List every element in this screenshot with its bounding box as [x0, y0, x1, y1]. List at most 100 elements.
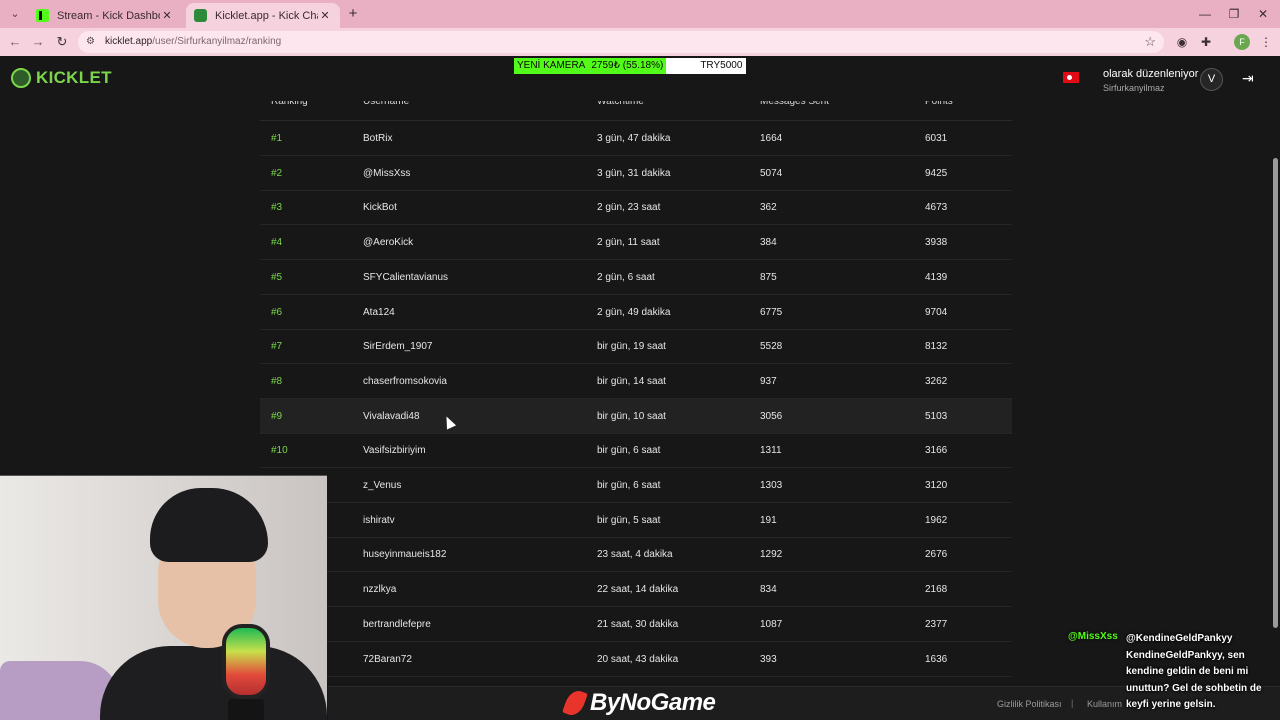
bookmark-star-icon[interactable]: ☆ — [1144, 34, 1156, 50]
watchtime-cell: bir gün, 19 saat — [597, 341, 666, 353]
messages-cell: 191 — [760, 514, 777, 526]
tab-stream-dashboard[interactable]: Stream - Kick Dashboard ✕ — [28, 3, 182, 28]
messages-cell: 5074 — [760, 167, 783, 179]
restore-icon[interactable]: ❐ — [1219, 5, 1249, 23]
profile-avatar-icon[interactable]: F — [1234, 34, 1250, 50]
messages-cell: 1292 — [760, 549, 783, 561]
back-arrow-icon[interactable]: ← — [6, 33, 24, 51]
table-row[interactable]: #6 Ata124 2 gün, 49 dakika 6775 9704 — [260, 295, 1012, 330]
minimize-icon[interactable]: — — [1190, 5, 1220, 23]
table-row[interactable]: #4 @AeroKick 2 gün, 11 saat 384 3938 — [260, 225, 1012, 261]
rank-cell: #5 — [271, 271, 283, 283]
messages-cell: 3056 — [760, 410, 783, 422]
logout-icon[interactable]: ⇥ — [1242, 70, 1254, 87]
close-tab-icon[interactable]: ✕ — [318, 9, 332, 22]
site-logo-text[interactable]: KICKLET — [36, 68, 112, 88]
table-row[interactable]: #10 Vasifsizbiriyim bir gün, 6 saat 1311 316… — [260, 433, 1012, 469]
table-row[interactable]: bertrandlefepre 21 saat, 30 dakika 1087 237… — [260, 607, 1012, 642]
rank-cell: #2 — [271, 167, 283, 179]
points-cell: 4139 — [925, 271, 948, 283]
browser-tab-bar: ⌄ Stream - Kick Dashboard ✕ Kicklet.app … — [0, 0, 1280, 28]
user-avatar[interactable]: V — [1200, 68, 1223, 91]
reload-icon[interactable]: ↻ — [53, 33, 71, 51]
rank-cell: #9 — [271, 410, 283, 422]
table-row[interactable]: #2 @MissXss 3 gün, 31 dakika 5074 9425 — [260, 156, 1012, 191]
points-cell: 6031 — [925, 133, 948, 144]
close-window-icon[interactable]: ✕ — [1248, 5, 1278, 23]
username-cell: chaserfromsokovia — [363, 375, 447, 387]
messages-cell: 937 — [760, 375, 777, 387]
points-cell: 4673 — [925, 202, 948, 214]
messages-cell: 6775 — [760, 306, 783, 318]
editing-as-label: olarak düzenleniyor — [1103, 68, 1199, 80]
sponsor-logo: ByNoGame — [562, 687, 716, 719]
tab-title: Stream - Kick Dashboard — [57, 9, 160, 22]
watchtime-cell: 2 gün, 6 saat — [597, 271, 655, 283]
table-row[interactable]: ishiratv bir gün, 5 saat 191 1962 — [260, 503, 1012, 538]
table-row[interactable]: #3 KickBot 2 gün, 23 saat 362 4673 — [260, 190, 1012, 226]
username-cell: BotRix — [363, 133, 393, 144]
messages-cell: 384 — [760, 237, 777, 249]
watchtime-cell: 3 gün, 31 dakika — [597, 167, 671, 179]
messages-cell: 1087 — [760, 618, 783, 630]
username-cell: KickBot — [363, 202, 397, 214]
points-cell: 3166 — [925, 445, 948, 457]
table-row[interactable]: huseyinmaueis182 23 saat, 4 dakika 1292 267… — [260, 537, 1012, 573]
browser-menu-icon[interactable]: ⋮ — [1258, 34, 1274, 50]
new-tab-plus-icon[interactable]: + — [344, 5, 362, 23]
watchtime-cell: 23 saat, 4 dakika — [597, 549, 673, 561]
scrollbar-thumb[interactable] — [1273, 158, 1278, 628]
username-cell: Ata124 — [363, 306, 395, 318]
browser-toolbar: ← → ↻ ⚙ kicklet.app/user/Sirfurkanyilmaz… — [0, 28, 1280, 56]
watchtime-cell: 21 saat, 30 dakika — [597, 618, 679, 630]
promo-camera: YENİ KAMERA — [514, 58, 589, 74]
watchtime-cell: 22 saat, 14 dakika — [597, 584, 679, 596]
watchtime-cell: 2 gün, 49 dakika — [597, 306, 671, 318]
points-cell: 3120 — [925, 480, 948, 491]
watchtime-cell: bir gün, 10 saat — [597, 410, 666, 422]
watchtime-cell: 2 gün, 23 saat — [597, 202, 661, 214]
chat-overlay-user: @MissXss — [1068, 631, 1118, 642]
extensions-puzzle-icon[interactable]: ✚ — [1198, 34, 1214, 50]
table-row[interactable]: #7 SirErdem_1907 bir gün, 19 saat 5528 8132 — [260, 329, 1012, 365]
messages-cell: 5528 — [760, 341, 783, 353]
table-row[interactable]: #9 Vivalavadi48 bir gün, 10 saat 3056 5103 — [260, 398, 1012, 434]
table-row[interactable]: nzzlkya 22 saat, 14 dakika 834 2168 — [260, 572, 1012, 608]
address-bar[interactable]: ⚙ kicklet.app/user/Sirfurkanyilmaz/ranki… — [78, 31, 1164, 53]
username-cell: @AeroKick — [363, 237, 414, 249]
points-cell: 5103 — [925, 410, 948, 422]
watchtime-cell: bir gün, 14 saat — [597, 375, 666, 387]
site-info-icon[interactable]: ⚙ — [86, 36, 98, 48]
tab-title: Kicklet.app - Kick Chatbot and — [215, 9, 318, 22]
table-row[interactable]: 72Baran72 20 saat, 43 dakika 393 1636 — [260, 642, 1012, 677]
extension-shield-icon[interactable]: ◉ — [1174, 34, 1190, 50]
table-row[interactable]: #5 SFYCalientavianus 2 gün, 6 saat 875 4139 — [260, 260, 1012, 295]
username-cell: huseyinmaueis182 — [363, 549, 447, 561]
tab-kicklet[interactable]: Kicklet.app - Kick Chatbot and ✕ — [186, 3, 340, 28]
points-cell: 2168 — [925, 584, 948, 596]
close-tab-icon[interactable]: ✕ — [160, 9, 174, 22]
table-row[interactable]: #8 chaserfromsokovia bir gün, 14 saat 937 32… — [260, 364, 1012, 399]
page-scrollbar[interactable]: ▲ — [1272, 58, 1279, 718]
username-cell: Vasifsizbiriyim — [363, 445, 426, 457]
table-row[interactable]: #1 BotRix 3 gün, 47 dakika 1664 6031 — [260, 121, 1012, 156]
sponsor-name: ByNoGame — [590, 689, 716, 716]
turkish-flag-icon[interactable] — [1063, 72, 1079, 83]
messages-cell: 1664 — [760, 133, 783, 144]
messages-cell: 1311 — [760, 445, 782, 457]
footer-separator: | — [1071, 698, 1074, 708]
points-cell: 1636 — [925, 653, 948, 665]
chat-overlay-message: @KendineGeldPankyy KendineGeldPankyy, se… — [1126, 633, 1262, 710]
messages-cell: 393 — [760, 653, 777, 665]
table-row[interactable]: z_Venus bir gün, 6 saat 1303 3120 — [260, 468, 1012, 503]
rank-cell: #3 — [271, 202, 283, 214]
privacy-policy-link[interactable]: Gizlilik Politikası — [997, 699, 1062, 709]
points-cell: 2377 — [925, 618, 948, 630]
forward-arrow-icon[interactable]: → — [29, 33, 47, 51]
messages-cell: 875 — [760, 271, 777, 283]
kicklet-logo-icon[interactable] — [11, 68, 31, 88]
terms-link[interactable]: Kullanım — [1087, 699, 1122, 709]
points-cell: 3262 — [925, 375, 948, 387]
tab-list-chevron-icon[interactable]: ⌄ — [6, 5, 24, 23]
watchtime-cell: bir gün, 6 saat — [597, 445, 661, 457]
